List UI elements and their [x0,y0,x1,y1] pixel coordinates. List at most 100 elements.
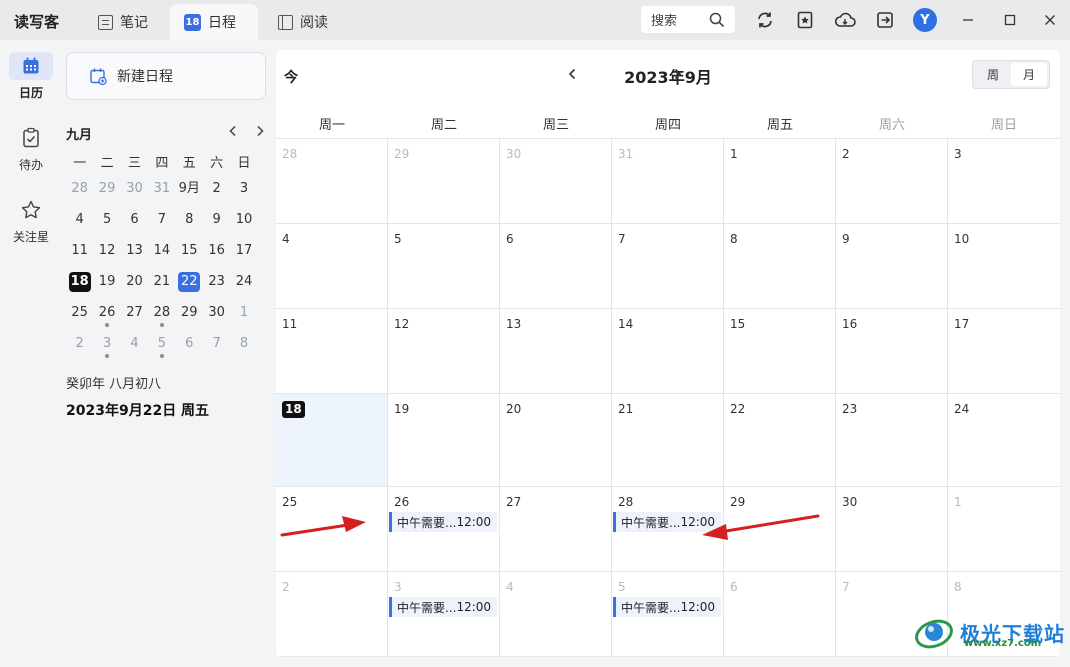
mini-calendar-day[interactable]: 30 [203,297,230,328]
week-view-button[interactable]: 周 [975,63,1011,86]
calendar-day-cell[interactable]: 26 中午需要... 12:00 [388,487,500,571]
mini-calendar-day[interactable]: 14 [148,235,175,266]
tab-reading[interactable]: 阅读 [264,4,342,40]
mini-calendar-day[interactable]: 28 [66,173,93,204]
mini-calendar-day[interactable]: 3 [93,328,120,359]
calendar-day-cell[interactable]: 20 [500,394,612,486]
event-chip[interactable]: 中午需要... 12:00 [389,597,497,617]
calendar-day-cell[interactable]: 6 [500,224,612,308]
mini-calendar-day[interactable]: 12 [93,235,120,266]
calendar-day-cell[interactable]: 30 [836,487,948,571]
mini-calendar-day[interactable]: 30 [121,173,148,204]
mini-calendar-day[interactable]: 29 [176,297,203,328]
mini-calendar-day[interactable]: 5 [148,328,175,359]
maximize-icon[interactable] [1000,10,1020,30]
sync-icon[interactable] [754,9,776,31]
mini-calendar-day[interactable]: 28 [148,297,175,328]
calendar-day-cell[interactable]: 15 [724,309,836,393]
calendar-day-cell[interactable]: 18 [276,394,388,486]
mini-calendar-day[interactable]: 15 [176,235,203,266]
calendar-day-cell[interactable]: 28 [276,139,388,223]
mini-calendar-day[interactable]: 25 [66,297,93,328]
mini-calendar-day[interactable]: 7 [203,328,230,359]
calendar-day-cell[interactable]: 24 [948,394,1060,486]
mini-calendar-day[interactable]: 4 [121,328,148,359]
calendar-day-cell[interactable]: 22 [724,394,836,486]
mini-calendar-day[interactable]: 8 [176,204,203,235]
mini-calendar-day[interactable]: 22 [176,266,203,297]
sidebar-item-calendar[interactable]: 日历 [6,52,56,101]
calendar-day-cell[interactable]: 16 [836,309,948,393]
calendar-day-cell[interactable]: 4 [276,224,388,308]
mini-calendar-day[interactable]: 7 [148,204,175,235]
mini-calendar-day[interactable]: 2 [203,173,230,204]
close-icon[interactable] [1040,10,1060,30]
calendar-day-cell[interactable]: 2 [836,139,948,223]
mini-calendar-day[interactable]: 13 [121,235,148,266]
search-input[interactable]: 搜索 [641,6,735,33]
calendar-day-cell[interactable]: 3 中午需要... 12:00 [388,572,500,656]
calendar-day-cell[interactable]: 29 [388,139,500,223]
calendar-day-cell[interactable]: 19 [388,394,500,486]
favorite-doc-icon[interactable] [794,9,816,31]
month-view-button[interactable]: 月 [1011,63,1047,86]
prev-month-icon[interactable] [565,67,579,81]
cloud-icon[interactable] [834,9,856,31]
mini-calendar-day[interactable]: 18 [66,266,93,297]
mini-calendar-day[interactable]: 9 [203,204,230,235]
mini-calendar-day[interactable]: 29 [93,173,120,204]
calendar-day-cell[interactable]: 28 中午需要... 12:00 [612,487,724,571]
mini-next-month-icon[interactable] [252,122,268,140]
calendar-day-cell[interactable]: 10 [948,224,1060,308]
mini-calendar-day[interactable]: 31 [148,173,175,204]
event-chip[interactable]: 中午需要... 12:00 [389,512,497,532]
mini-calendar-day[interactable]: 17 [230,235,257,266]
mini-calendar-day[interactable]: 27 [121,297,148,328]
calendar-day-cell[interactable]: 11 [276,309,388,393]
calendar-day-cell[interactable]: 5 [388,224,500,308]
mini-calendar-day[interactable]: 6 [176,328,203,359]
mini-calendar-day[interactable]: 5 [93,204,120,235]
mini-calendar-day[interactable]: 21 [148,266,175,297]
mini-calendar-day[interactable]: 1 [230,297,257,328]
avatar[interactable]: Y [913,8,937,32]
mini-calendar-day[interactable]: 2 [66,328,93,359]
calendar-day-cell[interactable]: 12 [388,309,500,393]
mini-calendar-day[interactable]: 10 [230,204,257,235]
calendar-day-cell[interactable]: 23 [836,394,948,486]
next-month-icon[interactable] [670,67,684,81]
calendar-day-cell[interactable]: 9 [836,224,948,308]
calendar-day-cell[interactable]: 14 [612,309,724,393]
calendar-day-cell[interactable]: 6 [724,572,836,656]
new-schedule-button[interactable]: 新建日程 [66,52,266,100]
mini-calendar-day[interactable]: 3 [230,173,257,204]
calendar-day-cell[interactable]: 31 [612,139,724,223]
calendar-day-cell[interactable]: 25 [276,487,388,571]
sidebar-item-todo[interactable]: 待办 [6,124,56,173]
event-chip[interactable]: 中午需要... 12:00 [613,597,721,617]
mini-calendar-day[interactable]: 8 [230,328,257,359]
calendar-day-cell[interactable]: 3 [948,139,1060,223]
tab-notes[interactable]: 笔记 [84,4,162,40]
mini-calendar-day[interactable]: 26 [93,297,120,328]
mini-calendar-day[interactable]: 6 [121,204,148,235]
mini-prev-month-icon[interactable] [225,122,241,140]
calendar-day-cell[interactable]: 13 [500,309,612,393]
mini-calendar-day[interactable]: 16 [203,235,230,266]
calendar-day-cell[interactable]: 8 [724,224,836,308]
mini-calendar-day[interactable]: 20 [121,266,148,297]
sidebar-item-star[interactable]: 关注星 [6,196,56,245]
mini-calendar-day[interactable]: 23 [203,266,230,297]
tab-schedule[interactable]: 18 日程 [170,4,258,40]
calendar-day-cell[interactable]: 2 [276,572,388,656]
event-chip[interactable]: 中午需要... 12:00 [613,512,721,532]
calendar-day-cell[interactable]: 21 [612,394,724,486]
calendar-day-cell[interactable]: 29 [724,487,836,571]
mini-calendar-day[interactable]: 11 [66,235,93,266]
minimize-icon[interactable] [958,10,978,30]
calendar-day-cell[interactable]: 1 [948,487,1060,571]
calendar-day-cell[interactable]: 7 [612,224,724,308]
calendar-day-cell[interactable]: 30 [500,139,612,223]
mini-calendar-day[interactable]: 9月 [176,173,203,204]
calendar-day-cell[interactable]: 27 [500,487,612,571]
